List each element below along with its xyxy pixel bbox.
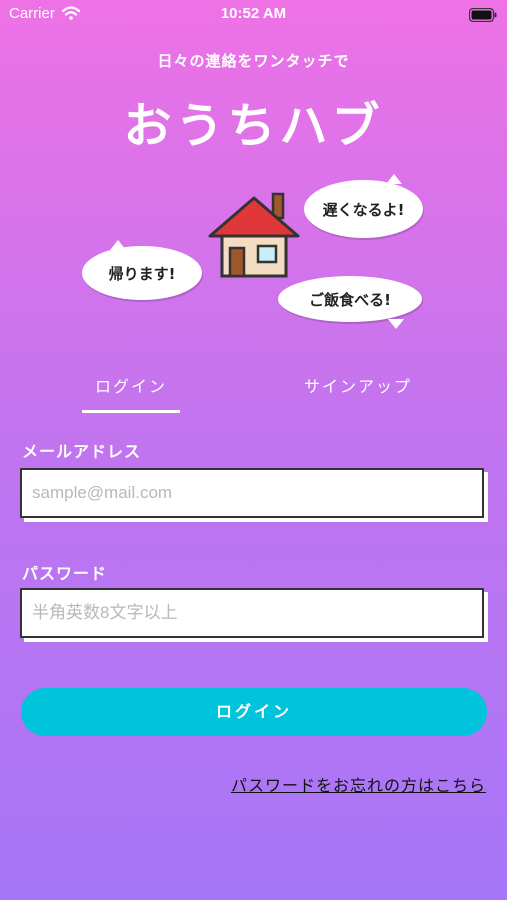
battery-icon [468,7,497,26]
speech-bubble-late-tail [386,174,402,184]
tagline: 日々の連絡をワンタッチで [157,52,350,70]
tab-login[interactable]: ログイン [82,372,180,414]
active-tab-indicator [82,410,180,413]
speech-bubble-meal-text: ご飯食べる! [309,290,391,309]
password-field-container [20,588,484,638]
tab-signup[interactable]: サインアップ [292,372,424,414]
password-label: パスワード [22,564,108,583]
forgot-password-link[interactable]: パスワードをお忘れの方はこちら [231,772,486,796]
speech-bubble-home-tail [110,240,126,250]
password-field[interactable] [22,590,482,636]
email-field-container [20,468,484,518]
status-bar: Carrier 10:52 AM [0,0,507,30]
app-title: おうちハブ [123,98,384,154]
speech-bubble-late-text: 遅くなるよ! [322,200,405,219]
login-button[interactable]: ログイン [21,688,487,736]
house-icon [206,188,302,284]
hero-illustration: 遅くなるよ! 帰ります! ご飯食べる! [80,174,430,329]
clock: 10:52 AM [220,5,287,22]
speech-bubble-home: 帰ります! [82,246,202,300]
speech-bubble-late: 遅くなるよ! [304,180,423,238]
email-label: メールアドレス [22,442,142,461]
auth-tabs: ログイン サインアップ [0,372,507,414]
speech-bubble-meal-tail [388,319,404,329]
email-field[interactable] [22,470,482,516]
speech-bubble-home-text: 帰ります! [108,264,176,283]
